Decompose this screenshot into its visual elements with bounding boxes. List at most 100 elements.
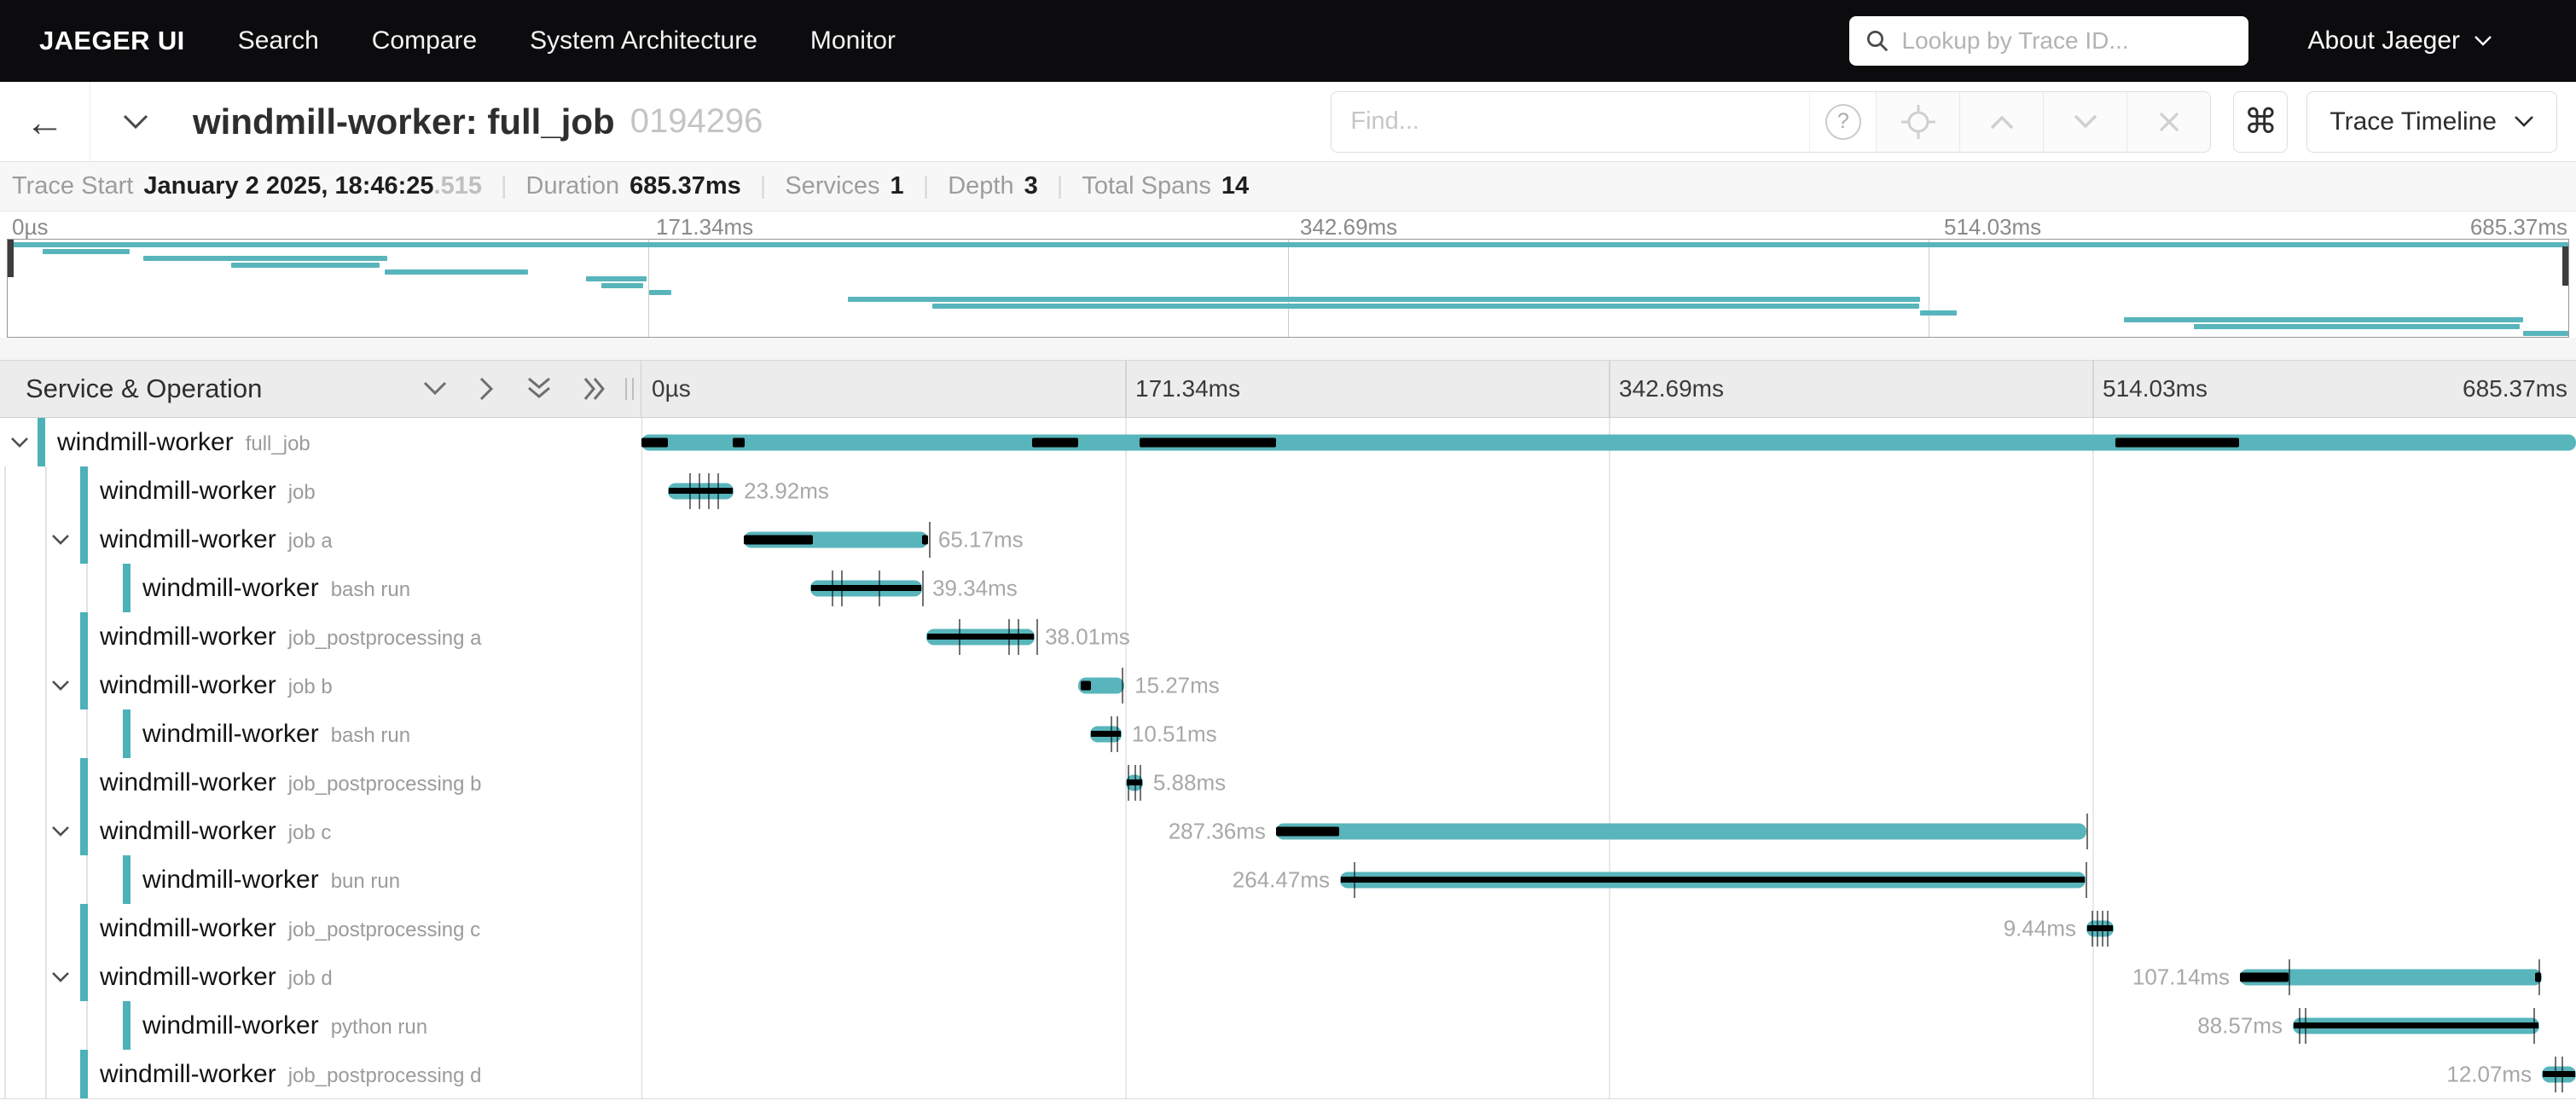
nav-item-system-architecture[interactable]: System Architecture (530, 26, 757, 55)
span-name-cell[interactable]: windmill-workerjob a (0, 515, 641, 564)
span-name-cell[interactable]: windmill-workerjob d (0, 953, 641, 1001)
span-bar-cell[interactable]: 38.01ms (641, 612, 2576, 661)
span-bar[interactable] (668, 483, 734, 499)
span-row[interactable]: windmill-workerjob_postprocessing d12.07… (0, 1050, 2576, 1098)
find-help-button[interactable]: ? (1809, 92, 1876, 152)
expand-all-button[interactable] (583, 376, 608, 402)
keyboard-shortcuts-button[interactable]: ⌘ (2233, 91, 2288, 153)
span-row[interactable]: windmill-workerjob a65.17ms (0, 515, 2576, 564)
span-bar[interactable] (1340, 872, 2086, 888)
span-name-cell[interactable]: windmill-workerjob b (0, 661, 641, 709)
indent-guide (4, 515, 6, 564)
timeline-gridline (2092, 361, 2094, 417)
span-row[interactable]: windmill-workerbun run264.47ms (0, 855, 2576, 904)
span-bar-cell[interactable]: 107.14ms (641, 953, 2576, 1001)
log-tick (699, 473, 700, 509)
span-name-cell[interactable]: windmill-workerjob_postprocessing b (0, 758, 641, 807)
trace-view-selector[interactable]: Trace Timeline (2306, 91, 2557, 153)
summary-label: Total Spans (1082, 172, 1211, 200)
app-logo[interactable]: JAEGER UI (39, 26, 185, 56)
expand-one-button[interactable] (479, 376, 496, 402)
span-name-cell[interactable]: windmill-workerjob (0, 466, 641, 515)
operation-name: bun run (331, 870, 400, 894)
span-bar-cell[interactable]: 264.47ms (641, 855, 2576, 904)
span-row[interactable]: windmill-workerjob c287.36ms (0, 807, 2576, 855)
span-name-cell[interactable]: windmill-workerjob_postprocessing a (0, 612, 641, 661)
span-rows: windmill-workerfull_jobwindmill-workerjo… (0, 418, 2576, 1099)
span-bar[interactable] (2542, 1066, 2576, 1082)
span-row[interactable]: windmill-workerjob d107.14ms (0, 953, 2576, 1001)
expand-chevron-icon[interactable] (51, 680, 70, 692)
self-time-stripe (1341, 877, 2085, 883)
span-bar-cell[interactable]: 287.36ms (641, 807, 2576, 855)
span-name-cell[interactable]: windmill-workerfull_job (0, 418, 641, 466)
span-row[interactable]: windmill-workerbash run39.34ms (0, 564, 2576, 612)
span-bar-cell[interactable]: 39.34ms (641, 564, 2576, 612)
nav-item-compare[interactable]: Compare (372, 26, 477, 55)
nav-item-monitor[interactable]: Monitor (810, 26, 896, 55)
chevron-down-icon (121, 113, 150, 131)
column-resizer[interactable] (625, 378, 634, 400)
span-bar-cell[interactable]: 5.88ms (641, 758, 2576, 807)
span-bar-cell[interactable]: 9.44ms (641, 904, 2576, 953)
nav-item-search[interactable]: Search (238, 26, 319, 55)
span-bar-cell[interactable]: 23.92ms (641, 466, 2576, 515)
span-row[interactable]: windmill-workerpython run88.57ms (0, 1001, 2576, 1050)
trace-lookup-input[interactable] (1900, 26, 2233, 55)
find-next-button[interactable] (2043, 92, 2126, 152)
trace-minimap[interactable] (7, 239, 2569, 338)
span-row[interactable]: windmill-workerjob b15.27ms (0, 661, 2576, 709)
find-prev-button[interactable] (1959, 92, 2043, 152)
span-name-cell[interactable]: windmill-workerbash run (0, 564, 641, 612)
ruler-tick-label: 0µs (652, 375, 691, 403)
collapse-all-button[interactable] (526, 376, 552, 402)
span-row[interactable]: windmill-workerfull_job (0, 418, 2576, 466)
span-name-cell[interactable]: windmill-workerbun run (0, 855, 641, 904)
about-jaeger-menu[interactable]: About Jaeger (2308, 26, 2492, 55)
span-bar[interactable] (641, 434, 2576, 450)
span-bar-cell[interactable]: 65.17ms (641, 515, 2576, 564)
span-row[interactable]: windmill-workerjob_postprocessing a38.01… (0, 612, 2576, 661)
log-tick (2538, 959, 2540, 995)
minimap-handle-left[interactable] (8, 240, 14, 277)
span-bar-cell[interactable]: 12.07ms (641, 1050, 2576, 1098)
collapse-one-button[interactable] (422, 380, 448, 397)
expand-chevron-icon[interactable] (51, 534, 70, 546)
service-name: windmill-worker (100, 525, 276, 554)
expand-chevron-icon[interactable] (51, 825, 70, 837)
span-bar[interactable] (2293, 1017, 2539, 1034)
back-button[interactable]: ← (0, 82, 90, 161)
collapse-trace-detail-chevron[interactable] (121, 113, 150, 131)
chevron-down-icon (2474, 35, 2492, 47)
indent-guide (4, 904, 6, 953)
service-name: windmill-worker (100, 671, 276, 700)
log-tick (1111, 716, 1112, 752)
span-bar[interactable] (810, 580, 922, 596)
expand-chevron-icon[interactable] (10, 437, 29, 449)
span-name-cell[interactable]: windmill-workerjob c (0, 807, 641, 855)
span-row[interactable]: windmill-workerjob_postprocessing c9.44m… (0, 904, 2576, 953)
focus-span-button[interactable] (1876, 92, 1959, 152)
span-bar-cell[interactable] (641, 418, 2576, 466)
summary-separator: | (1057, 172, 1064, 200)
span-bar-cell[interactable]: 88.57ms (641, 1001, 2576, 1050)
log-tick (708, 473, 710, 509)
find-input[interactable] (1332, 92, 1809, 152)
span-bar[interactable] (2086, 920, 2114, 936)
indent-guide (45, 564, 47, 612)
span-name-cell[interactable]: windmill-workerjob_postprocessing c (0, 904, 641, 953)
span-name-cell[interactable]: windmill-workerbash run (0, 709, 641, 758)
minimap-handle-right[interactable] (2562, 246, 2568, 286)
span-row[interactable]: windmill-workerjob_postprocessing b5.88m… (0, 758, 2576, 807)
span-name-cell[interactable]: windmill-workerjob_postprocessing d (0, 1050, 641, 1098)
span-name-cell[interactable]: windmill-workerpython run (0, 1001, 641, 1050)
command-icon: ⌘ (2243, 102, 2277, 142)
expand-chevron-icon[interactable] (51, 971, 70, 983)
span-bar-cell[interactable]: 10.51ms (641, 709, 2576, 758)
span-bar[interactable] (1276, 823, 2086, 839)
span-bar-cell[interactable]: 15.27ms (641, 661, 2576, 709)
find-clear-button[interactable] (2126, 92, 2210, 152)
span-row[interactable]: windmill-workerjob23.92ms (0, 466, 2576, 515)
span-row[interactable]: windmill-workerbash run10.51ms (0, 709, 2576, 758)
indent-guide (4, 953, 6, 1001)
